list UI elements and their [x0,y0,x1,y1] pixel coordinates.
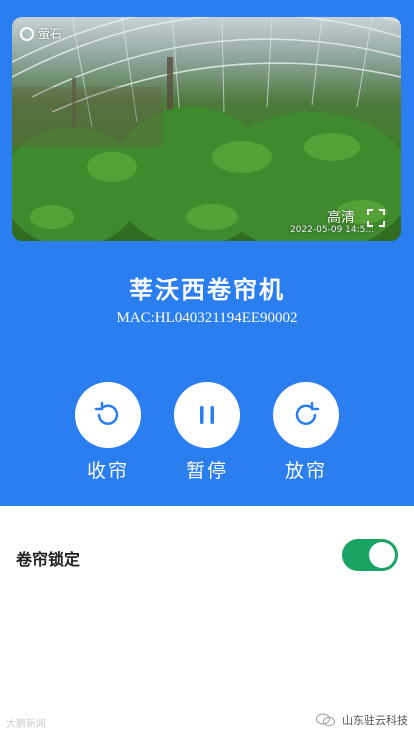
wechat-icon [316,713,335,727]
pause-control: 暂停 [174,382,240,483]
fullscreen-icon[interactable] [367,209,385,227]
video-quality-toggle[interactable]: 高清 [327,207,355,227]
retract-button[interactable] [75,382,141,448]
watermark-left: 大鹏新闻 [6,719,46,730]
pause-icon [200,406,214,424]
toggle-knob [369,542,395,568]
pause-label: 暂停 [185,460,228,482]
release-label: 放帘 [284,460,327,482]
device-name: 莘沃西卷帘机 [129,276,285,304]
retract-control: 收帘 [75,382,141,483]
curtain-lock-label: 卷帘锁定 [16,550,81,569]
curtain-lock-setting: 卷帘锁定 [0,535,414,577]
retract-label: 收帘 [86,460,129,482]
release-control: 放帘 [273,382,339,483]
release-button[interactable] [273,382,339,448]
camera-live-view[interactable]: 萤石 2022-05-09 14:5... 高清 [12,17,401,241]
watermark-right-label: 山东驻云科技 [342,714,408,727]
camera-logo-icon [20,26,34,41]
curtain-lock-toggle[interactable] [342,539,398,571]
rotate-cw-icon [295,401,320,425]
pause-button[interactable] [174,382,240,448]
device-control-panel: 萤石 2022-05-09 14:5... 高清 莘沃西卷帘机 MAC:HL04… [0,0,414,506]
rotate-ccw-icon [94,401,119,425]
device-mac: MAC:HL040321194EE90002 [116,310,298,326]
camera-brand-label: 萤石 [38,27,63,41]
camera-brand: 萤石 [20,25,62,42]
watermark-right: 山东驻云科技 [316,712,408,728]
